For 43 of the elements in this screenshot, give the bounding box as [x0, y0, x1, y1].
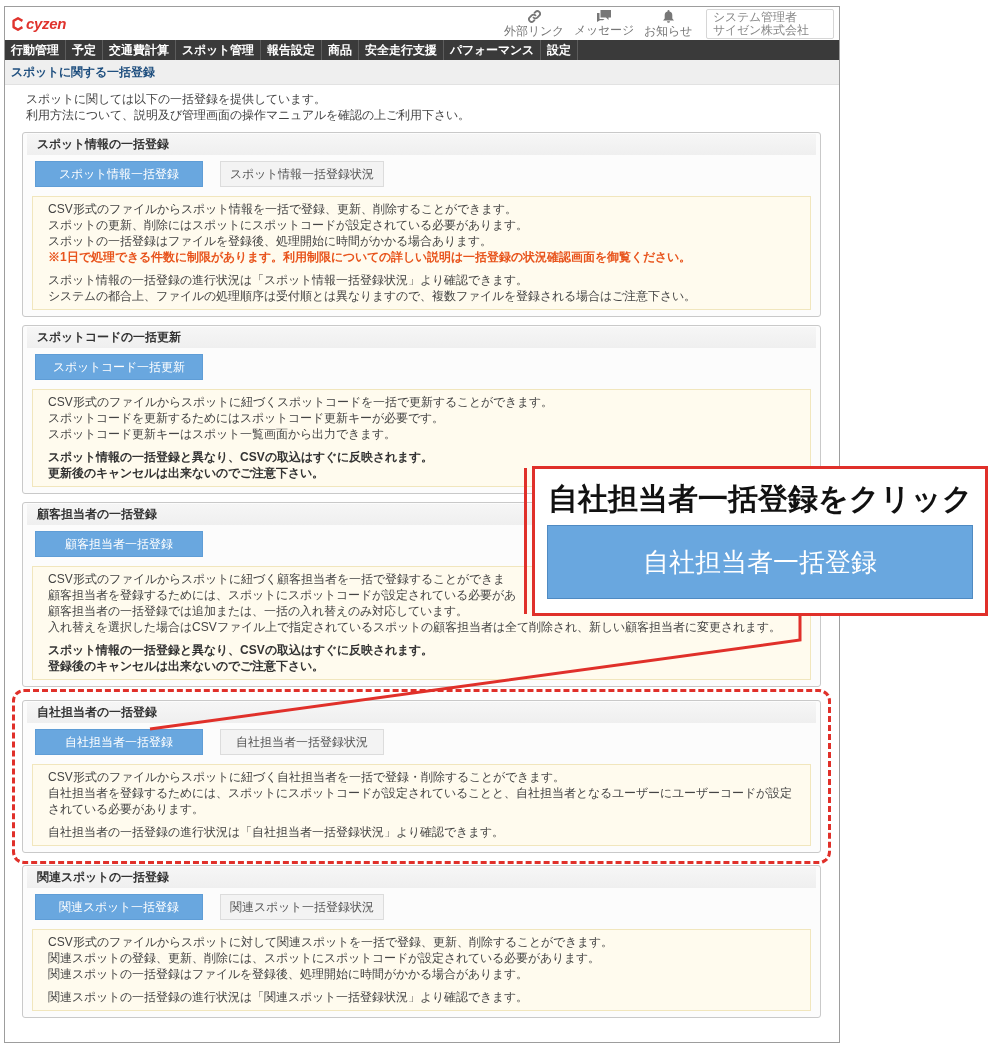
note-text: CSV形式のファイルからスポットに紐づくスポットコードを一括で更新することができます。: [48, 394, 553, 410]
page-title: スポットに関する一括登録: [5, 60, 839, 85]
note-text: 自社担当者の一括登録の進行状況は「自社担当者一括登録状況」より確認できます。: [48, 824, 504, 840]
note-text: 更新後のキャンセルは出来ないのでご注意下さい。: [48, 465, 324, 481]
note-text: CSV形式のファイルからスポットに紐づく顧客担当者を一括で登録することができま: [48, 571, 505, 587]
note-text: スポット情報の一括登録の進行状況は「スポット情報一括登録状況」より確認できます。: [48, 272, 528, 288]
section-title: 自社担当者の一括登録: [27, 702, 816, 723]
status-button[interactable]: 関連スポット一括登録状況: [220, 894, 384, 920]
intro-text: 利用方法について、説明及び管理画面の操作マニュアルを確認の上ご利用下さい。: [26, 107, 470, 123]
hexagon-logo-icon: [12, 16, 24, 31]
section-title: スポット情報の一括登録: [27, 134, 816, 155]
note-text: 関連スポットの登録、更新、削除には、スポットにスポットコードが設定されている必要があります。: [48, 950, 600, 966]
note-text: 顧客担当者を登録するためには、スポットにスポットコードが設定されている必要があ: [48, 587, 516, 603]
note-text: CSV形式のファイルからスポットに対して関連スポットを一括で登録、更新、削除することができます。: [48, 934, 613, 950]
logo-text[interactable]: cyzen: [26, 15, 67, 32]
bell-icon: [662, 9, 674, 23]
chat-icon: [597, 10, 611, 22]
status-button[interactable]: スポット情報一括登録状況: [220, 161, 384, 187]
note-text: 登録後のキャンセルは出来ないのでご注意下さい。: [48, 658, 324, 674]
header-button[interactable]: 外部リンク: [502, 9, 566, 38]
note-text: CSV形式のファイルからスポット情報を一括で登録、更新、削除することができます。: [48, 201, 517, 217]
user-menu[interactable]: システム管理者 サイゼン株式会社: [706, 8, 834, 39]
note-text: スポットの更新、削除にはスポットにスポットコードが設定されている必要があります。: [48, 217, 528, 233]
note-text: スポット情報の一括登録と異なり、CSVの取込はすぐに反映されます。: [48, 642, 433, 658]
section-title: 関連スポットの一括登録: [27, 867, 816, 888]
intro-text: スポットに関しては以下の一括登録を提供しています。: [26, 91, 326, 107]
note-text: 入れ替えを選択した場合はCSVファイル上で指定されているスポットの顧客担当者は全て削除され、新しい顧客担当者に変更されます。: [48, 619, 781, 635]
section-title: スポットコードの一括更新: [27, 327, 816, 348]
note-text: スポット情報の一括登録と異なり、CSVの取込はすぐに反映されます。: [48, 449, 433, 465]
note-text: 顧客担当者の一括登録では追加または、一括の入れ替えのみ対応しています。: [48, 603, 468, 619]
note-text: スポットの一括登録はファイルを登録後、処理開始に時間がかかる場合あります。: [48, 233, 492, 249]
note-text: スポットコード更新キーはスポット一覧画面から出力できます。: [48, 426, 396, 442]
note-text: ※1日で処理できる件数に制限があります。利用制限についての詳しい説明は一括登録の状況確認画面を御覧ください。: [48, 249, 691, 265]
link-icon: [527, 9, 541, 23]
header-button[interactable]: お知らせ: [642, 9, 694, 38]
note-text: CSV形式のファイルからスポットに紐づく自社担当者を一括で登録・削除することができます。: [48, 769, 565, 785]
note-text: 関連スポットの一括登録はファイルを登録後、処理開始に時間がかかる場合があります。: [48, 966, 528, 982]
note-text: 自社担当者を登録するためには、スポットにスポットコードが設定されていることと、自社担当者となるユーザーにユーザーコードが設定されている必要があります。: [48, 785, 793, 817]
header-button[interactable]: メッセージ: [572, 10, 636, 37]
status-button[interactable]: 自社担当者一括登録状況: [220, 729, 384, 755]
note-text: スポットコードを更新するためにはスポットコード更新キーが必要です。: [48, 410, 444, 426]
note-text: システムの都合上、ファイルの処理順序は受付順とは異なりますので、複数ファイルを登録される場合はご注意下さい。: [48, 288, 696, 304]
note-text: 関連スポットの一括登録の進行状況は「関連スポット一括登録状況」より確認できます。: [48, 989, 528, 1005]
